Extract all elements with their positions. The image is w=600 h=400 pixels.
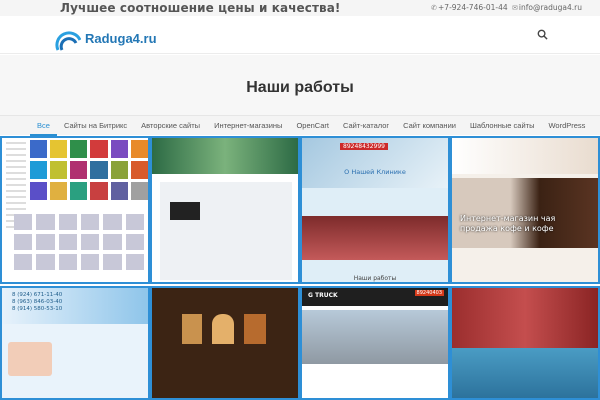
- filter-tab-3[interactable]: Интернет-магазины: [207, 116, 289, 136]
- portfolio-filters: Все Сайты на Битрикс Авторские сайты Интерн…: [0, 115, 600, 136]
- medical-phone-3: 8 (914) 580-53-10: [12, 306, 63, 312]
- filter-tab-4[interactable]: OpenCart: [289, 116, 336, 136]
- filter-tab-5[interactable]: Сайт-каталог: [336, 116, 396, 136]
- truck-phone: 89240403: [414, 290, 444, 296]
- top-bar: Лучшее соотношение цены и качества! ✆+7-…: [0, 0, 600, 16]
- clinic-phone: 89248432999: [340, 143, 388, 150]
- email-link[interactable]: info@raduga4.ru: [519, 3, 582, 12]
- coffee-headline: Интернет-магазин чая продажа кофе и кофе: [460, 214, 555, 234]
- page-title: Наши работы: [246, 79, 354, 96]
- portfolio-grid: 89248432999 О Нашей Клинике Наши работы …: [0, 136, 600, 400]
- coffee-headline-1: Интернет-магазин чая: [460, 214, 556, 223]
- rainbow-logo-icon: [55, 31, 81, 51]
- site-body-preview: [160, 182, 292, 280]
- portfolio-item-trucks[interactable]: G TRUCK 89240403: [300, 286, 450, 400]
- door-2: [212, 314, 234, 344]
- sea-photo: [452, 348, 598, 398]
- search-icon[interactable]: [537, 29, 548, 40]
- phone-icon: ✆: [431, 4, 438, 12]
- filter-tab-7[interactable]: Шаблонные сайты: [463, 116, 542, 136]
- medical-phone-2: 8 (963) 846-03-40: [12, 299, 63, 305]
- truck-photo: [302, 310, 448, 364]
- title-band: Наши работы: [0, 55, 600, 115]
- filter-tab-2[interactable]: Авторские сайты: [134, 116, 207, 136]
- coffee-banner: [452, 178, 598, 248]
- meat-photo: [452, 288, 598, 348]
- product-thumbs: [30, 140, 148, 200]
- mail-icon: ✉: [512, 4, 518, 12]
- truck-title: G TRUCK: [308, 292, 338, 299]
- logo[interactable]: Raduga4.ru: [55, 24, 157, 52]
- medical-photo: [8, 342, 52, 376]
- medical-phones: 8 (924) 671-11-40 8 (963) 846-03-40 8 (9…: [12, 292, 62, 313]
- portfolio-item-coffee-shop[interactable]: Интернет-магазин чая продажа кофе и кофе: [450, 136, 600, 284]
- site-header-preview: [152, 138, 298, 174]
- product-rows: [14, 214, 144, 270]
- filter-tab-1[interactable]: Сайты на Битрикс: [57, 116, 134, 136]
- filter-tab-6[interactable]: Сайт компании: [396, 116, 463, 136]
- slogan: Лучшее соотношение цены и качества!: [60, 1, 341, 15]
- portfolio-item-clinic[interactable]: 89248432999 О Нашей Клинике Наши работы: [300, 136, 450, 284]
- clinic-banner: [302, 216, 448, 260]
- coffee-header: [452, 138, 598, 174]
- medical-phone-1: 8 (924) 671-11-40: [12, 292, 63, 298]
- clinic-about: О Нашей Клинике: [344, 168, 406, 176]
- video-preview: [170, 202, 200, 220]
- door-3: [244, 314, 266, 344]
- contacts: ✆+7-924-746-01-44 ✉info@raduga4.ru: [431, 0, 582, 16]
- portfolio-item-toys-shop[interactable]: [0, 136, 150, 284]
- site-header: Raduga4.ru: [0, 16, 600, 54]
- portfolio-item-seafood[interactable]: [450, 286, 600, 400]
- portfolio-item-medical[interactable]: 8 (924) 671-11-40 8 (963) 846-03-40 8 (9…: [0, 286, 150, 400]
- phone-link[interactable]: +7-924-746-01-44: [438, 3, 508, 12]
- portfolio-item-company-site[interactable]: [150, 136, 300, 284]
- filter-tab-8[interactable]: WordPress: [541, 116, 592, 136]
- clinic-works: Наши работы: [353, 275, 397, 282]
- logo-text: Raduga4.ru: [85, 31, 157, 46]
- filter-tab-0[interactable]: Все: [30, 116, 57, 136]
- door-1: [182, 314, 202, 344]
- portfolio-item-doors[interactable]: [150, 286, 300, 400]
- coffee-headline-2: продажа кофе и кофе: [460, 224, 554, 233]
